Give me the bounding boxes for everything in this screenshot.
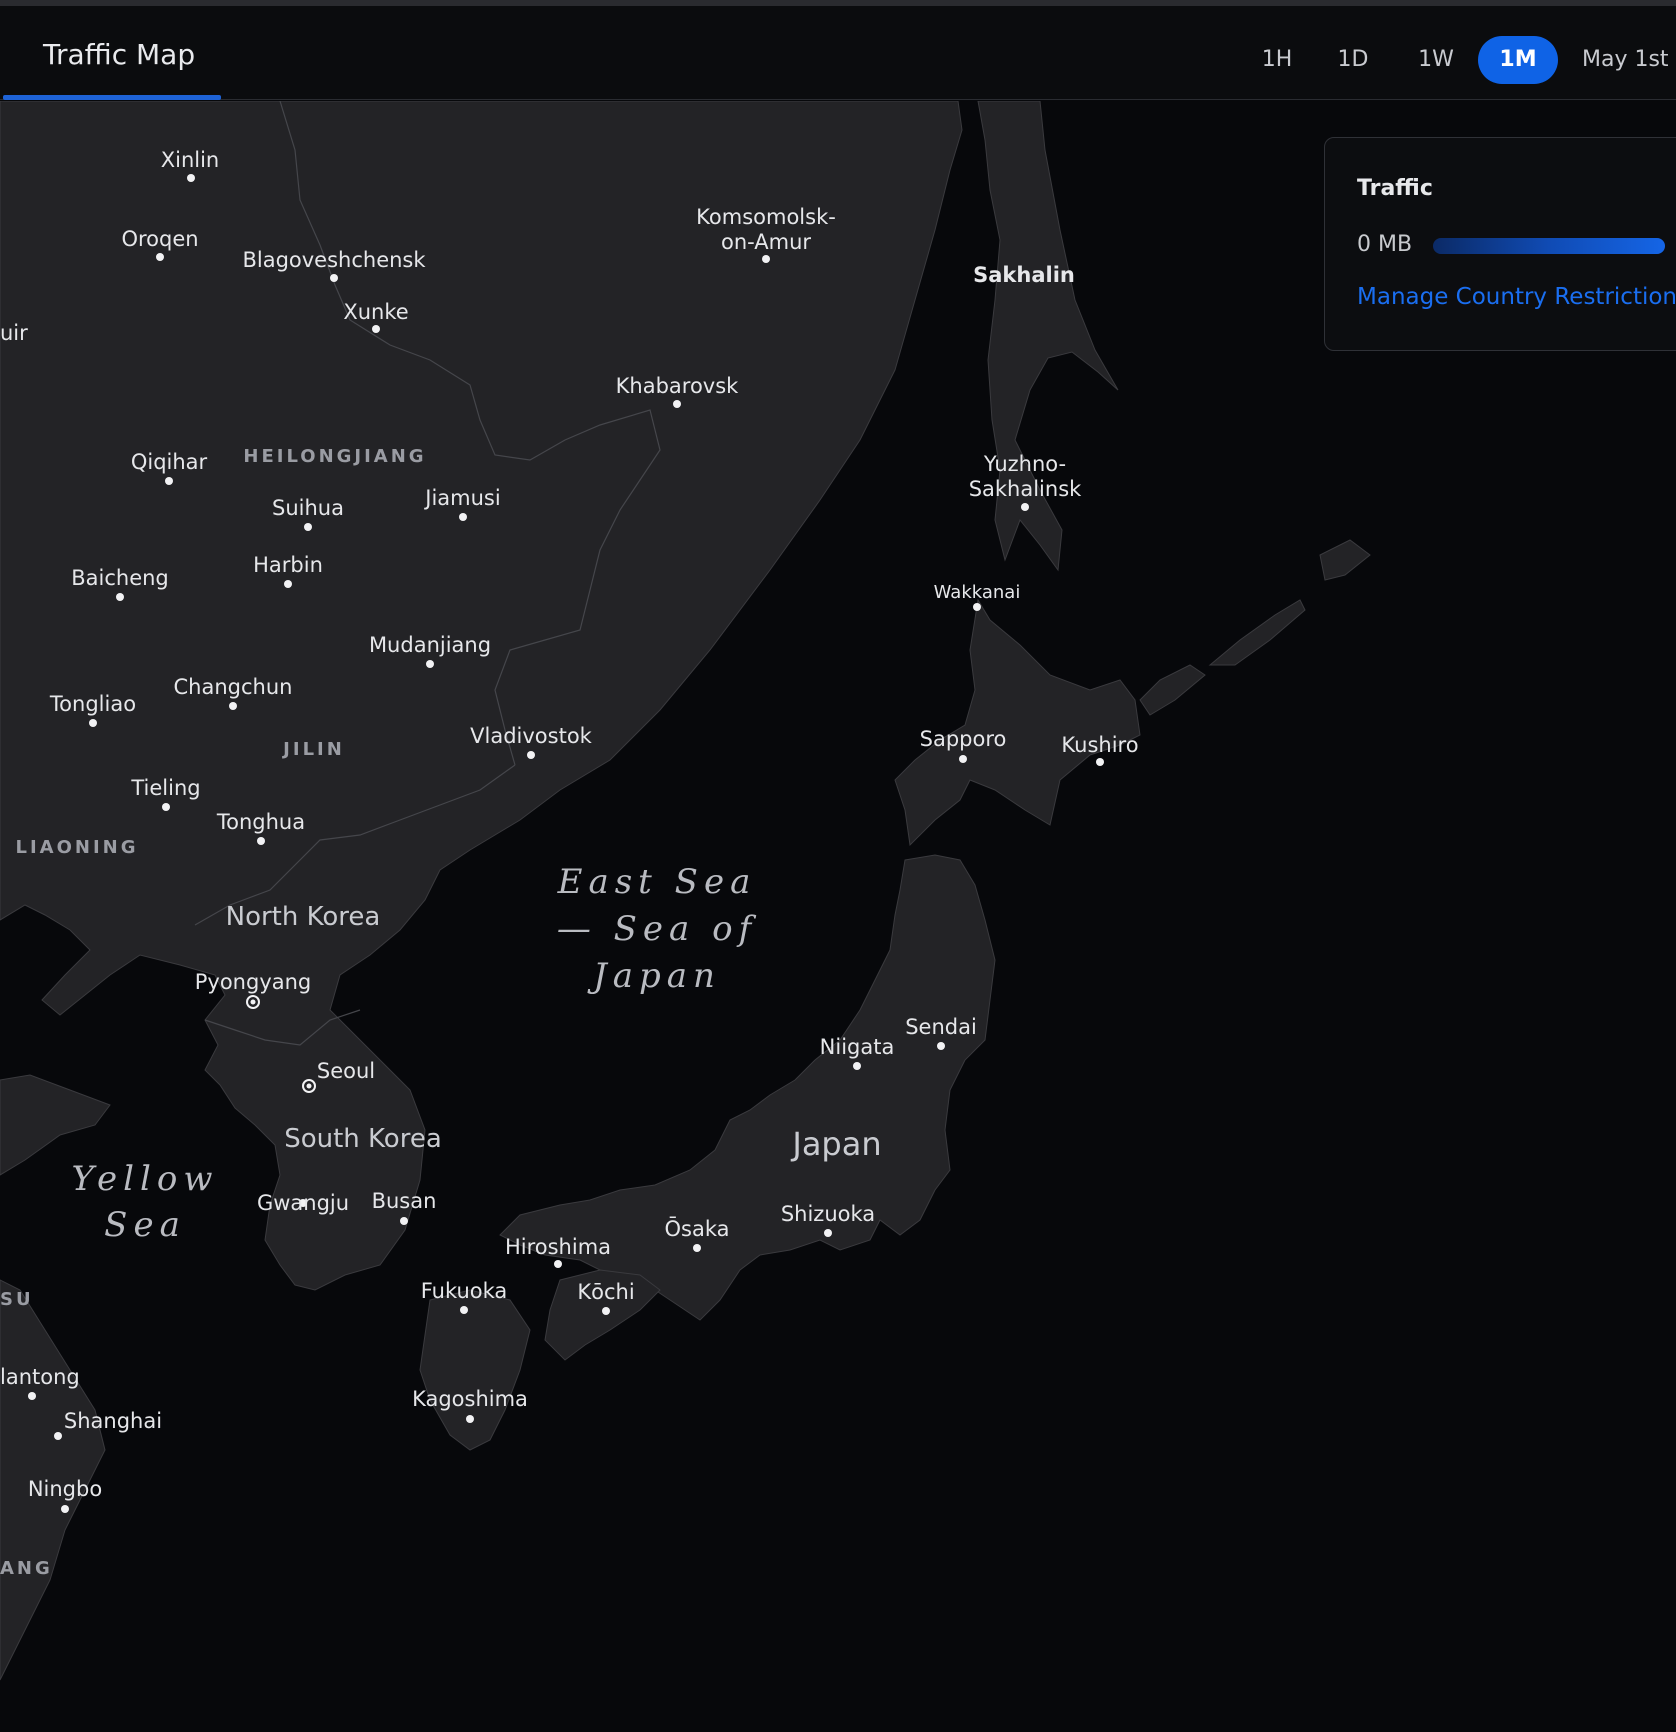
- city-busan: Busan: [372, 1189, 437, 1213]
- city-gwangju: Gwangju: [257, 1191, 349, 1215]
- city-tongliao: Tongliao: [49, 692, 136, 716]
- city-suihua: Suihua: [272, 496, 344, 520]
- country-south-korea: South Korea: [284, 1124, 442, 1154]
- city-komsomolsk-2: on-Amur: [721, 230, 811, 254]
- city-komsomolsk-1: Komsomolsk-: [696, 205, 836, 229]
- city-osaka: Ōsaka: [665, 1216, 730, 1241]
- city-ningbo: Ningbo: [28, 1477, 102, 1501]
- traffic-legend: Traffic 0 MB Manage Country Restrictions: [1324, 137, 1676, 351]
- sea-yellow-2: Sea: [104, 1205, 186, 1245]
- city-shizuoka: Shizuoka: [781, 1202, 875, 1226]
- legend-title: Traffic: [1357, 176, 1433, 201]
- city-kagoshima: Kagoshima: [412, 1387, 528, 1411]
- tab-traffic-map[interactable]: Traffic Map: [43, 38, 195, 71]
- city-baicheng: Baicheng: [71, 566, 169, 590]
- sea-east-2: — Sea of: [557, 909, 757, 949]
- city-pyongyang: Pyongyang: [195, 970, 312, 994]
- city-niigata: Niigata: [820, 1035, 895, 1059]
- city-xinlin: Xinlin: [161, 148, 220, 172]
- city-jiamusi: Jiamusi: [423, 486, 500, 510]
- city-mudanjiang: Mudanjiang: [369, 633, 491, 657]
- region-liaoning: LIAONING: [16, 837, 139, 858]
- sea-yellow-1: Yellow: [72, 1159, 219, 1199]
- city-harbin: Harbin: [253, 553, 323, 577]
- city-sapporo: Sapporo: [920, 727, 1007, 751]
- city-changchun: Changchun: [174, 675, 293, 699]
- city-xunke: Xunke: [343, 300, 408, 324]
- range-1m-button[interactable]: 1M: [1478, 36, 1558, 84]
- legend-gradient-bar: [1433, 238, 1665, 254]
- sea-east-1: East Sea: [557, 862, 757, 902]
- city-yuzhno-1: Yuzhno-: [983, 452, 1066, 476]
- region-jilin: JILIN: [281, 739, 345, 760]
- city-tonghua: Tonghua: [216, 810, 305, 834]
- sea-east-3: Japan: [587, 956, 721, 996]
- landmass-kuril-islands: [1139, 539, 1371, 716]
- active-tab-indicator: [3, 95, 221, 100]
- city-wakkanai: Wakkanai: [934, 582, 1021, 603]
- range-1d-button[interactable]: 1D: [1328, 36, 1378, 84]
- city-oroqen: Oroqen: [121, 227, 198, 251]
- city-blagoveshchensk: Blagoveshchensk: [242, 248, 426, 272]
- city-khabarovsk: Khabarovsk: [616, 374, 740, 398]
- city-partial-left: uir: [0, 321, 28, 345]
- legend-value: 0 MB: [1357, 232, 1413, 257]
- city-kushiro: Kushiro: [1061, 733, 1138, 757]
- city-hiroshima: Hiroshima: [505, 1235, 611, 1259]
- city-yuzhno-2: Sakhalinsk: [969, 477, 1082, 501]
- city-shanghai: Shanghai: [64, 1409, 162, 1433]
- landmass-kyushu: [419, 1289, 531, 1451]
- manage-country-restrictions-link[interactable]: Manage Country Restrictions: [1357, 284, 1676, 310]
- city-nantong: lantong: [0, 1365, 80, 1389]
- region-jiangsu-partial: SU: [0, 1289, 34, 1310]
- date-range-picker[interactable]: May 1st -: [1582, 36, 1676, 84]
- region-heilongjiang: HEILONGJIANG: [243, 446, 426, 467]
- country-north-korea: North Korea: [226, 902, 381, 932]
- city-seoul: Seoul: [317, 1059, 375, 1083]
- region-zhejiang-partial: ANG: [0, 1558, 53, 1579]
- country-japan: Japan: [790, 1125, 881, 1163]
- header-bar: Traffic Map 1H 1D 1W 1M May 1st -: [0, 6, 1676, 100]
- city-sendai: Sendai: [905, 1015, 977, 1039]
- city-qiqihar: Qiqihar: [131, 450, 208, 474]
- city-kochi: Kōchi: [577, 1280, 634, 1304]
- city-fukuoka: Fukuoka: [421, 1279, 508, 1303]
- city-tieling: Tieling: [130, 776, 200, 800]
- island-sakhalin: Sakhalin: [973, 263, 1075, 287]
- range-1h-button[interactable]: 1H: [1252, 36, 1302, 84]
- range-1w-button[interactable]: 1W: [1408, 36, 1464, 84]
- city-vladivostok: Vladivostok: [470, 724, 593, 748]
- landmass-hokkaido: [894, 598, 1141, 847]
